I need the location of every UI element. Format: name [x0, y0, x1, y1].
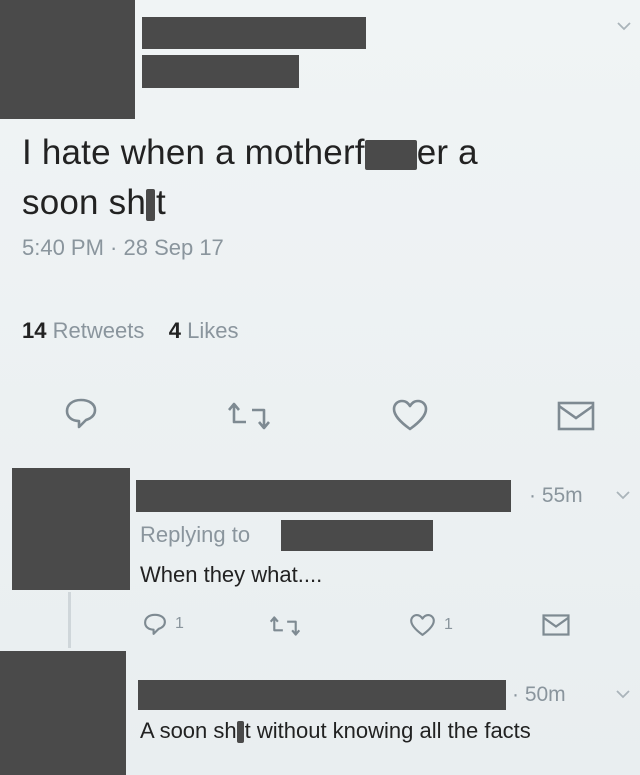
retweet-count[interactable]: 14 — [22, 318, 46, 343]
avatar-redacted[interactable] — [0, 0, 135, 119]
reply1-like-button[interactable]: 1 — [409, 613, 453, 637]
reply2-name-redacted[interactable] — [138, 680, 506, 710]
reply2-text-part: A soon sh — [140, 718, 237, 743]
message-icon — [542, 614, 570, 636]
screenshot: I hate when a motherf er a soon sh t 5:40 … — [0, 0, 640, 775]
chevron-down-icon[interactable] — [616, 491, 630, 500]
reply1-like-count: 1 — [444, 616, 453, 633]
reply1-name-redacted[interactable] — [136, 480, 511, 512]
thread-line — [68, 592, 71, 648]
username-redacted — [142, 55, 299, 88]
reply1-reply-button[interactable]: 1 — [143, 612, 184, 636]
retweet-icon — [270, 616, 300, 636]
tweet-text-part: soon sh — [22, 183, 146, 222]
message-icon[interactable] — [557, 401, 595, 436]
reply2-text-part: t without knowing all the facts — [244, 718, 531, 743]
heart-icon[interactable] — [391, 398, 429, 437]
censor-block — [364, 139, 417, 170]
replying-to-label: Replying to — [140, 522, 251, 547]
reply2-avatar-redacted[interactable] — [0, 651, 126, 775]
chevron-down-icon[interactable] — [617, 22, 631, 31]
retweet-icon[interactable] — [228, 402, 270, 435]
like-count[interactable]: 4 — [169, 318, 181, 343]
censor-block — [146, 188, 155, 221]
retweet-label[interactable]: Retweets — [53, 318, 145, 343]
reply2-text: A soon sh t without knowing all the facts — [140, 718, 531, 744]
reply1-text: When they what.... — [140, 562, 323, 587]
reply1-retweet-button[interactable] — [270, 616, 300, 636]
reply1-message-button[interactable] — [542, 614, 570, 636]
tweet-text: I hate when a motherf er a soon sh t — [22, 128, 478, 228]
reply-icon — [144, 613, 166, 635]
replying-to-handle-redacted[interactable] — [281, 520, 433, 551]
reply1-time[interactable]: · 55m — [529, 484, 583, 508]
chevron-down-icon[interactable] — [616, 690, 630, 699]
heart-icon — [410, 614, 435, 636]
censor-block — [236, 721, 244, 744]
tweet-text-part: I hate when a motherf — [22, 133, 365, 172]
reply1-reply-count: 1 — [175, 615, 184, 632]
reply2-time[interactable]: · 50m — [512, 683, 566, 707]
reply1-avatar-redacted[interactable] — [12, 468, 130, 590]
tweet-stats: 14 Retweets 4 Likes — [22, 318, 239, 344]
reply-icon[interactable] — [64, 396, 98, 435]
like-label[interactable]: Likes — [187, 318, 238, 343]
tweet-timestamp[interactable]: 5:40 PM · 28 Sep 17 — [22, 235, 224, 261]
tweet-text-part: t — [156, 183, 166, 222]
tweet-text-part: er a — [416, 133, 478, 172]
display-name-redacted[interactable] — [142, 17, 366, 49]
